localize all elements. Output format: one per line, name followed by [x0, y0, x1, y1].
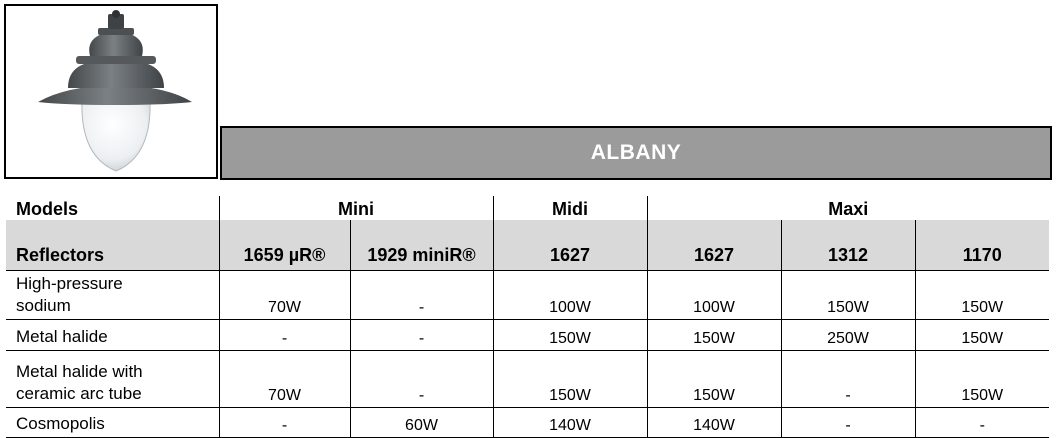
value-cell: -: [219, 407, 351, 438]
value-cell: 140W: [493, 407, 648, 438]
street-lantern-icon: [38, 10, 192, 172]
value-cell: 100W: [647, 270, 782, 320]
value-cell: 250W: [781, 319, 916, 351]
value-cell: 150W: [493, 350, 648, 408]
reflector-cell: 1627: [647, 220, 782, 271]
value-cell: 150W: [647, 350, 782, 408]
models-row: Models Mini Midi Maxi: [6, 196, 1049, 220]
product-photo: [4, 4, 218, 179]
value-cell: 150W: [647, 319, 782, 351]
group-midi: Midi: [493, 196, 648, 220]
group-maxi: Maxi: [647, 196, 1049, 220]
table-row: High-pressure sodium 70W - 100W 100W 150W…: [6, 270, 1049, 320]
table-row: Metal halide - - 150W 150W 250W 150W: [6, 319, 1049, 351]
reflectors-row: Reflectors 1659 µR® 1929 miniR® 1627 162…: [6, 220, 1049, 271]
value-cell: 150W: [915, 350, 1049, 408]
value-cell: 150W: [915, 270, 1049, 320]
value-cell: 150W: [915, 319, 1049, 351]
reflector-cell: 1170: [915, 220, 1049, 271]
value-cell: 140W: [647, 407, 782, 438]
reflector-cell: 1929 miniR®: [350, 220, 494, 271]
value-cell: -: [350, 350, 494, 408]
value-cell: -: [781, 407, 916, 438]
table-row: Cosmopolis - 60W 140W 140W - -: [6, 407, 1049, 438]
product-title-bar: ALBANY: [220, 126, 1052, 180]
value-cell: -: [350, 319, 494, 351]
value-cell: 70W: [219, 270, 351, 320]
reflectors-label: Reflectors: [6, 220, 220, 271]
row-label: Metal halide: [6, 319, 220, 351]
reflector-cell: 1627: [493, 220, 648, 271]
row-label: Cosmopolis: [6, 407, 220, 438]
row-label: High-pressure sodium: [6, 270, 220, 320]
group-mini: Mini: [219, 196, 494, 220]
value-cell: 150W: [493, 319, 648, 351]
value-cell: -: [781, 350, 916, 408]
value-cell: -: [219, 319, 351, 351]
value-cell: 150W: [781, 270, 916, 320]
value-cell: -: [350, 270, 494, 320]
product-title: ALBANY: [590, 141, 682, 164]
reflector-cell: 1312: [781, 220, 916, 271]
table-row: Metal halide with ceramic arc tube 70W - …: [6, 350, 1049, 408]
value-cell: -: [915, 407, 1049, 438]
value-cell: 100W: [493, 270, 648, 320]
models-label: Models: [6, 196, 220, 220]
value-cell: 60W: [350, 407, 494, 438]
row-label: Metal halide with ceramic arc tube: [6, 350, 220, 408]
value-cell: 70W: [219, 350, 351, 408]
specification-table: Models Mini Midi Maxi Reflectors 1659 µR…: [6, 196, 1049, 438]
reflector-cell: 1659 µR®: [219, 220, 351, 271]
